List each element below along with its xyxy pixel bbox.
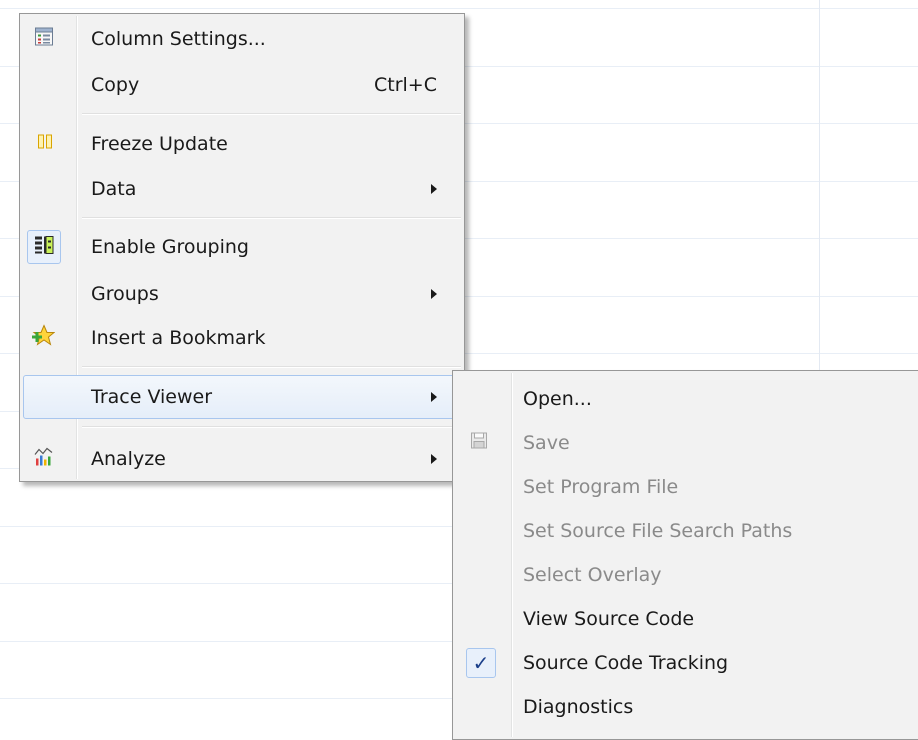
column-settings-icon — [34, 27, 54, 52]
menu-item-label: View Source Code — [523, 608, 695, 630]
menu-item-label: Data — [91, 178, 137, 200]
submenu-item-select-overlay[interactable]: Select Overlay — [456, 553, 918, 597]
menu-item-trace-viewer[interactable]: Trace Viewer — [23, 375, 461, 419]
menu-item-label: Copy — [91, 74, 140, 96]
menu-item-data[interactable]: Data — [23, 167, 461, 211]
context-menu: Column Settings... Copy Ctrl+C Freeze Up… — [19, 13, 465, 482]
analyze-chart-icon — [34, 447, 54, 472]
menu-item-label: Freeze Update — [91, 133, 228, 155]
checkmark-icon: ✓ — [466, 648, 496, 678]
submenu-item-source-code-tracking[interactable]: ✓ Source Code Tracking — [456, 641, 918, 685]
check-glyph: ✓ — [472, 651, 490, 675]
grouping-icon — [34, 235, 54, 260]
menu-item-label: Column Settings... — [91, 28, 266, 50]
menu-item-label: Diagnostics — [523, 696, 634, 718]
menu-item-copy[interactable]: Copy Ctrl+C — [23, 63, 461, 107]
submenu-item-set-program-file[interactable]: Set Program File — [456, 465, 918, 509]
menu-item-label: Insert a Bookmark — [91, 327, 266, 349]
menu-item-label: Set Program File — [523, 476, 679, 498]
menu-item-label: Set Source File Search Paths — [523, 520, 793, 542]
menu-item-enable-grouping[interactable]: Enable Grouping — [23, 225, 461, 269]
copy-shortcut: Ctrl+C — [374, 74, 437, 96]
menu-item-label: Save — [523, 432, 570, 454]
menu-item-label: Trace Viewer — [91, 386, 213, 408]
submenu-item-view-source-code[interactable]: View Source Code — [456, 597, 918, 641]
menu-item-freeze-update[interactable]: Freeze Update — [23, 122, 461, 166]
pause-icon — [36, 133, 54, 156]
menu-item-column-settings[interactable]: Column Settings... — [23, 17, 461, 61]
submenu-arrow-icon — [431, 454, 437, 464]
menu-item-insert-bookmark[interactable]: Insert a Bookmark — [23, 316, 461, 360]
menu-item-label: Select Overlay — [523, 564, 662, 586]
submenu-arrow-icon — [431, 184, 437, 194]
menu-item-analyze[interactable]: Analyze — [23, 437, 461, 481]
submenu-item-diagnostics[interactable]: Diagnostics — [456, 685, 918, 729]
bookmark-star-icon — [31, 324, 56, 352]
menu-item-label: Analyze — [91, 448, 166, 470]
menu-item-label: Source Code Tracking — [523, 652, 729, 674]
submenu-item-open[interactable]: Open... — [456, 377, 918, 421]
menu-item-label: Enable Grouping — [91, 236, 249, 258]
save-disk-icon — [470, 432, 488, 455]
menu-item-groups[interactable]: Groups — [23, 272, 461, 316]
submenu-arrow-icon — [431, 392, 437, 402]
trace-viewer-submenu: Open... Save Set Program File Set Source… — [452, 370, 918, 740]
submenu-item-save[interactable]: Save — [456, 421, 918, 465]
menu-item-label: Groups — [91, 283, 159, 305]
submenu-arrow-icon — [431, 289, 437, 299]
submenu-item-set-source-search-paths[interactable]: Set Source File Search Paths — [456, 509, 918, 553]
menu-item-label: Open... — [523, 388, 592, 410]
